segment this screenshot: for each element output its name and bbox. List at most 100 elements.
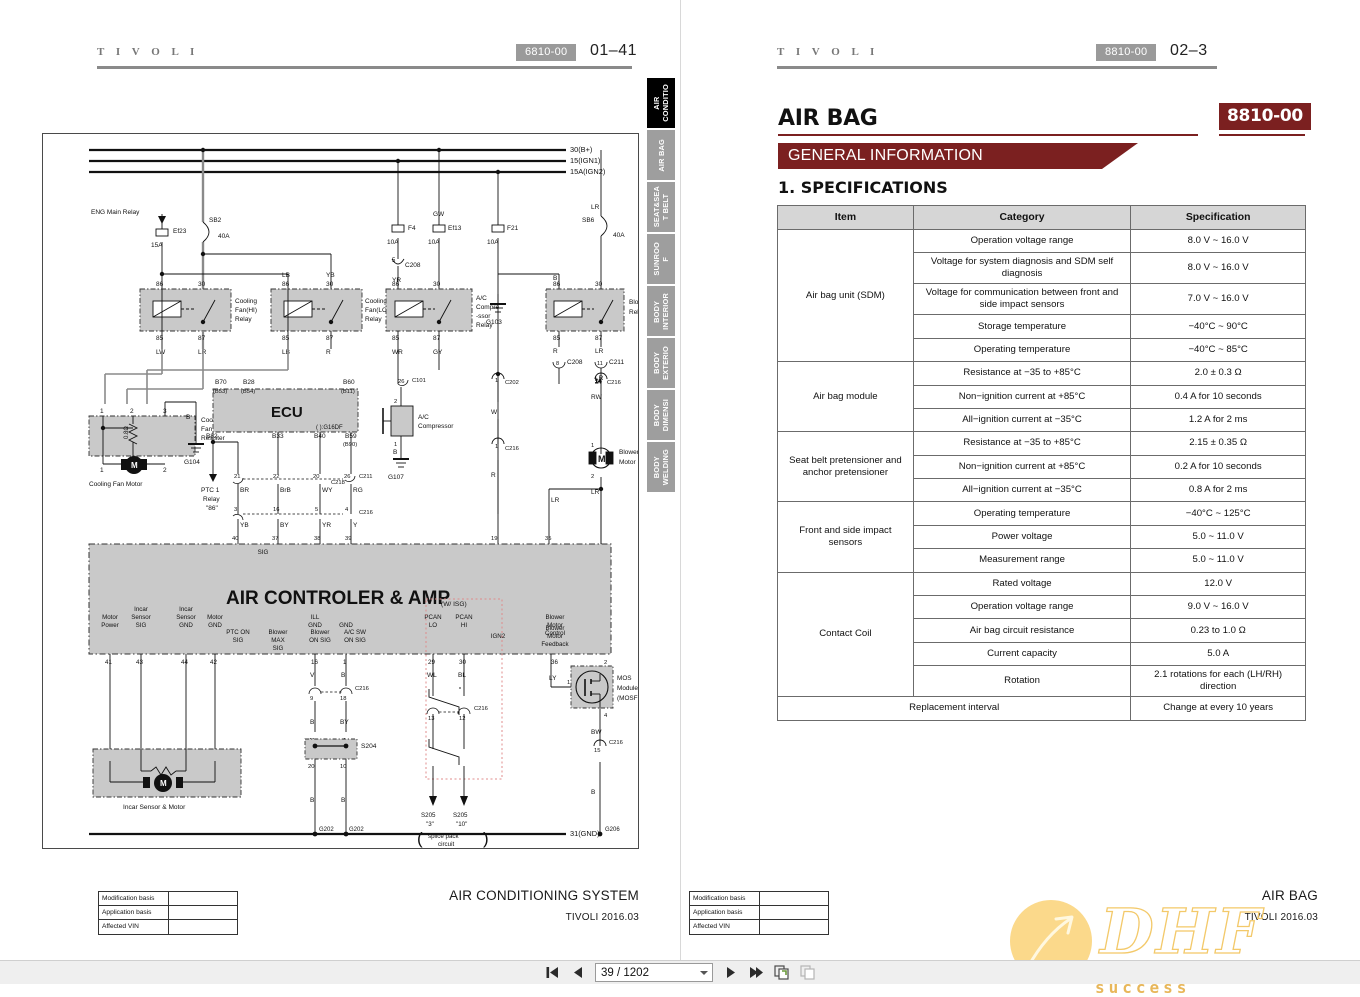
side-tab-sunroof[interactable]: SUNROO F: [647, 234, 675, 284]
chevron-down-icon[interactable]: [700, 971, 708, 975]
svg-text:2: 2: [591, 474, 594, 480]
last-page-button[interactable]: [747, 964, 765, 982]
svg-text:1: 1: [100, 467, 104, 474]
copy-page-button[interactable]: [773, 964, 791, 982]
header-rule: [777, 66, 1217, 69]
side-tab-air-bag[interactable]: AIR BAG: [647, 130, 675, 180]
paste-page-button[interactable]: [799, 964, 817, 982]
svg-text:C216: C216: [609, 740, 623, 746]
svg-text:14: 14: [595, 379, 602, 385]
svg-text:2: 2: [604, 660, 607, 666]
table-cell-category: Voltage for communication between front …: [912, 283, 1132, 316]
svg-text:A/C SW: A/C SW: [344, 629, 366, 636]
fuse-f21-label: F21: [507, 225, 519, 232]
svg-text:Fan(HI): Fan(HI): [235, 307, 257, 314]
side-tab-label: BODY DIMENSI: [652, 398, 670, 432]
fuse-ef13-label: Ef13: [448, 225, 462, 232]
svg-text:A/C: A/C: [476, 295, 487, 302]
svg-text:splice pack: splice pack: [428, 833, 460, 840]
svg-text:B70: B70: [215, 379, 227, 386]
footer-system-title: AIR BAG: [1261, 888, 1318, 903]
incar-sensor-label: Incar Sensor & Motor: [123, 804, 186, 811]
svg-text:87: 87: [326, 335, 334, 342]
svg-text:B59: B59: [345, 433, 357, 440]
footer-row-label: Affected VIN: [98, 920, 168, 935]
side-tab-seat-belt[interactable]: SEAT&SEA T BELT: [647, 182, 675, 232]
table-cell-category: Rated voltage: [912, 571, 1132, 597]
side-tab-body-exterior[interactable]: BODY EXTERIO: [647, 338, 675, 388]
svg-text:87: 87: [433, 335, 441, 342]
svg-text:M: M: [598, 454, 606, 464]
svg-text:WL: WL: [427, 672, 437, 679]
footer-row-value: [759, 891, 829, 906]
side-tab-air-conditioning[interactable]: AIR CONDITIO: [647, 78, 675, 128]
svg-text:SIG: SIG: [273, 645, 284, 652]
wiring-diagram: 30(B+) 15(IGN1) 15A(IGN2) 31(GND) ENG Ma…: [42, 133, 639, 849]
side-tab-body-dimension[interactable]: BODY DIMENSI: [647, 390, 675, 440]
svg-text:C202: C202: [505, 380, 519, 386]
svg-text:20: 20: [308, 764, 314, 770]
svg-text:Fan: Fan: [201, 426, 213, 433]
svg-text:30: 30: [433, 281, 441, 288]
fuse-sb2-rating: 40A: [218, 233, 230, 240]
document-viewer[interactable]: T I V O L I 6810-00 01‒41 AIR CONDITIO A…: [0, 0, 1360, 997]
svg-text:43: 43: [136, 659, 143, 666]
svg-text:RW: RW: [591, 394, 603, 401]
side-tab-body-welding[interactable]: BODY WELDING: [647, 442, 675, 492]
svg-text:B: B: [341, 672, 345, 679]
previous-page-button[interactable]: [569, 964, 587, 982]
side-tab-body-interior[interactable]: BODY INTERIOR: [647, 286, 675, 336]
svg-text:22: 22: [273, 474, 279, 480]
svg-text:1: 1: [100, 408, 104, 415]
svg-text:44: 44: [181, 659, 188, 666]
table-cell-spec: 7.0 V ~ 16.0 V: [1130, 283, 1306, 316]
svg-text:Blower: Blower: [269, 629, 288, 636]
ground-g103-label: G103: [486, 319, 502, 326]
svg-text:26: 26: [398, 379, 404, 385]
right-page-header: T I V O L I 8810-00 02‒3: [681, 42, 1360, 86]
fuse-ef13-rating: 10A: [428, 239, 440, 246]
ptc-relay-label: PTC 1: [201, 487, 220, 494]
left-side-tabs[interactable]: AIR CONDITIO AIR BAG SEAT&SEA T BELT SUN…: [647, 78, 675, 494]
svg-text:16: 16: [273, 507, 279, 513]
svg-text:12: 12: [459, 716, 465, 722]
page-number-input[interactable]: [596, 964, 692, 981]
table-cell-category: All−ignition current at −35°C: [912, 478, 1132, 503]
table-cell-item: Contact Coil: [777, 571, 914, 698]
left-page-header: T I V O L I 6810-00 01‒41: [0, 42, 681, 86]
svg-text:ECU: ECU: [271, 404, 303, 421]
table-cell-spec: 2.0 ± 0.3 Ω: [1130, 361, 1306, 386]
svg-text:C211: C211: [609, 359, 624, 366]
next-page-button[interactable]: [721, 964, 739, 982]
svg-text:R: R: [553, 348, 558, 355]
section-heading: 1. SPECIFICATIONS: [778, 178, 948, 197]
svg-text:G206: G206: [605, 827, 620, 833]
table-cell-spec: 5.0 ~ 11.0 V: [1130, 548, 1306, 573]
svg-text:LY: LY: [549, 675, 557, 682]
svg-text:85: 85: [392, 335, 400, 342]
pdf-toolbar[interactable]: [0, 960, 1360, 984]
svg-text:B60: B60: [343, 379, 355, 386]
svg-text:BrB: BrB: [280, 487, 291, 494]
footer-row-value: [168, 920, 238, 935]
svg-text:M: M: [160, 779, 167, 788]
footer-row: Application basis: [689, 905, 829, 920]
svg-text:GND: GND: [208, 622, 222, 629]
side-tab-label: BODY INTERIOR: [652, 292, 670, 330]
page-left[interactable]: T I V O L I 6810-00 01‒41 AIR CONDITIO A…: [0, 0, 681, 960]
bus-label-15: 15(IGN1): [570, 156, 600, 165]
connector-c208-a: C208: [405, 262, 421, 269]
svg-text:Motor: Motor: [207, 614, 223, 621]
svg-text:Cooling: Cooling: [365, 298, 387, 305]
left-footer-info-box: Modification basis Application basis Aff…: [98, 891, 238, 935]
svg-text:R: R: [491, 472, 496, 479]
fuse-f4-label: F4: [408, 225, 416, 232]
first-page-button[interactable]: [543, 964, 561, 982]
page-number-combobox[interactable]: [595, 963, 713, 982]
svg-text:GND: GND: [339, 622, 353, 629]
table-cell-category: Resistance at −35 to +85°C: [912, 361, 1132, 386]
svg-text:39: 39: [345, 536, 351, 542]
table-cell-spec: 0.8 A for 2 ms: [1130, 478, 1306, 503]
svg-text:YB: YB: [326, 272, 335, 279]
last-page-icon: [749, 967, 763, 978]
